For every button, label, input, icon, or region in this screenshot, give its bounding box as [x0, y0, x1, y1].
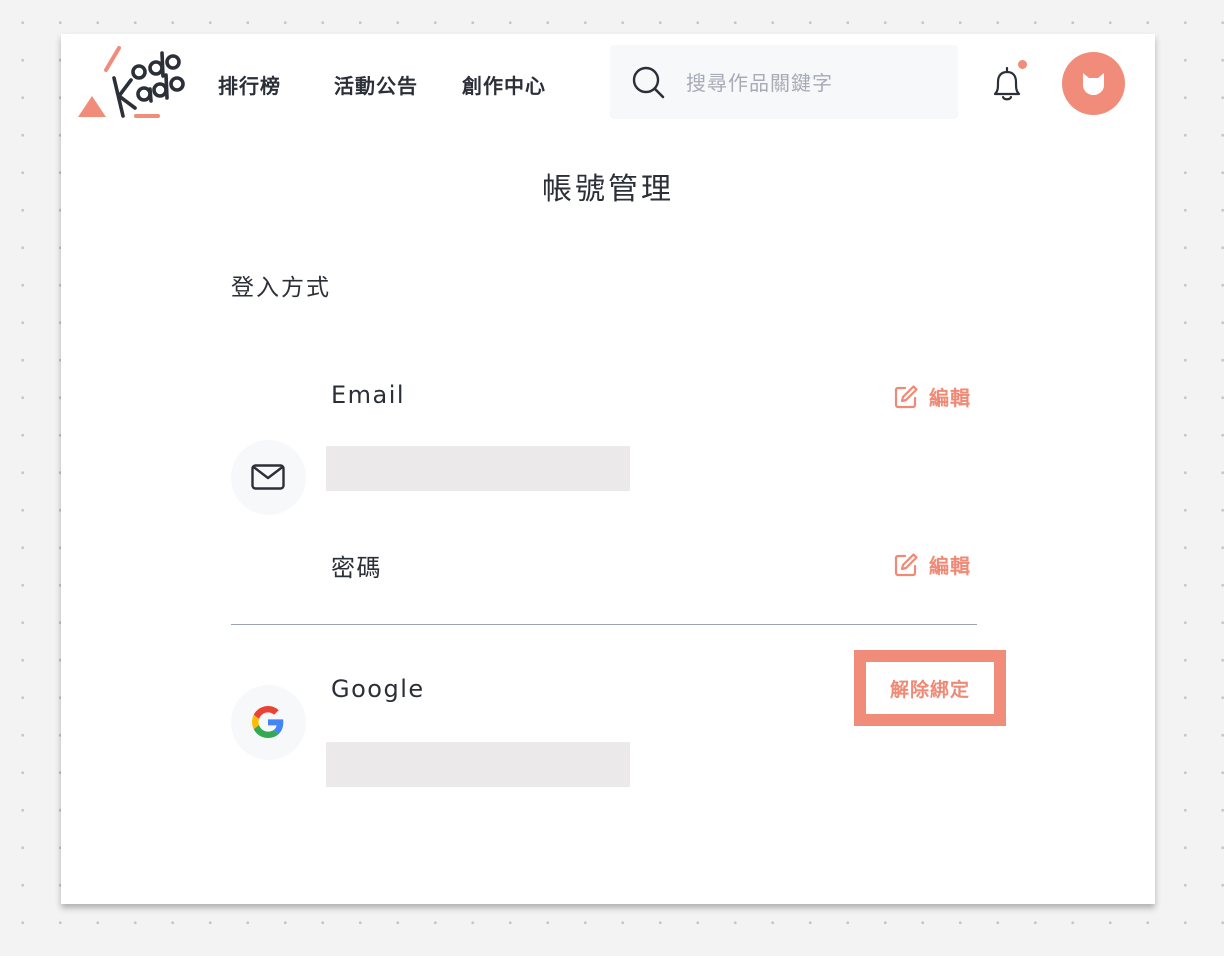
google-icon — [252, 706, 284, 738]
mail-icon — [251, 464, 285, 490]
edit-email-button[interactable]: 編輯 — [894, 382, 971, 411]
password-label: 密碼 — [331, 554, 382, 582]
unbind-google-button[interactable]: 解除綁定 — [854, 650, 1006, 726]
notification-bell[interactable] — [989, 60, 1027, 104]
nav-creator-center[interactable]: 創作中心 — [462, 70, 546, 99]
edit-password-label: 編輯 — [929, 554, 971, 578]
search-icon[interactable] — [631, 65, 665, 99]
email-icon-wrapper — [231, 440, 306, 515]
search-box — [610, 45, 958, 119]
edit-icon — [894, 385, 918, 409]
google-icon-wrapper — [231, 685, 306, 760]
main-card: 排行榜 活動公告 創作中心 帳號管理 登入方式 Email — [61, 34, 1155, 904]
user-avatar[interactable] — [1062, 52, 1125, 115]
section-title-login-methods: 登入方式 — [231, 275, 331, 301]
edit-email-label: 編輯 — [929, 386, 971, 410]
edit-password-button[interactable]: 編輯 — [894, 550, 971, 579]
email-label: Email — [331, 381, 406, 409]
notification-dot — [1018, 60, 1027, 69]
nav-leaderboard[interactable]: 排行榜 — [218, 70, 281, 99]
cat-avatar-icon — [1083, 73, 1104, 95]
email-value — [326, 446, 630, 491]
search-input[interactable] — [684, 65, 948, 101]
nav-announcements[interactable]: 活動公告 — [334, 70, 418, 99]
google-value — [326, 742, 630, 787]
edit-icon — [894, 553, 918, 577]
section-divider — [231, 624, 977, 625]
google-label: Google — [331, 675, 425, 703]
kodo-kado-logo[interactable] — [76, 42, 186, 122]
bell-icon — [993, 66, 1021, 101]
page-title: 帳號管理 — [542, 172, 674, 207]
